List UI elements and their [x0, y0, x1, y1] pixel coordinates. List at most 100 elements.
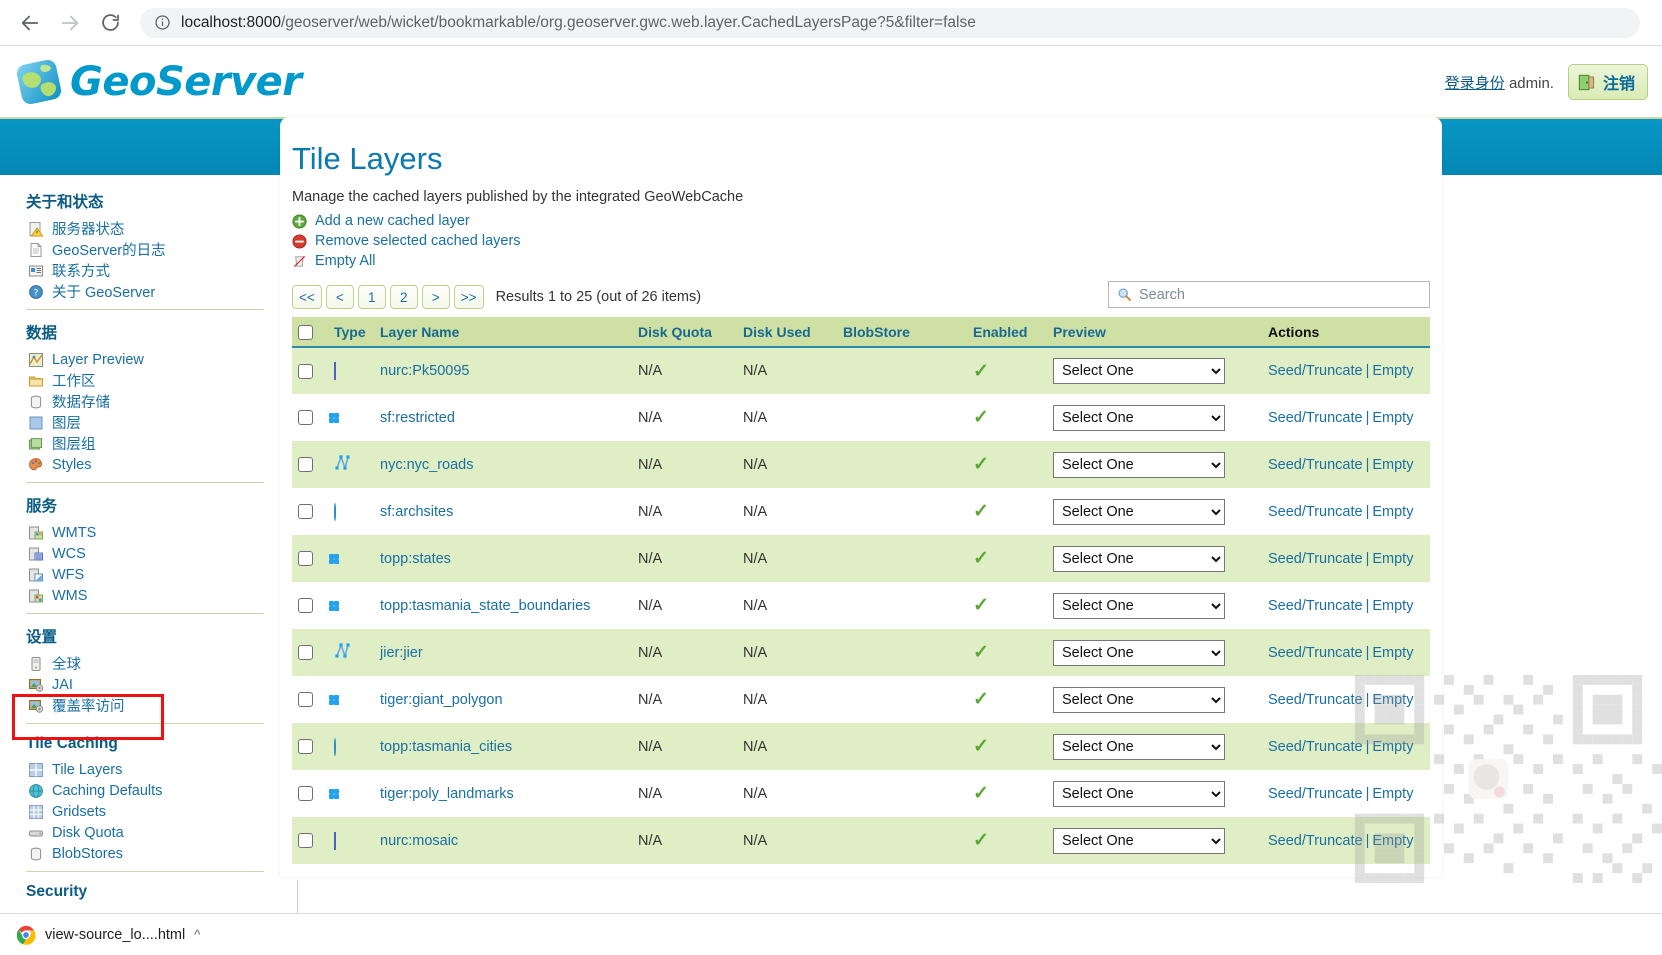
add-cached-layer-link[interactable]: Add a new cached layer	[292, 211, 1430, 231]
seed-truncate-link[interactable]: Seed/Truncate	[1268, 504, 1363, 520]
sidebar-item-tile-layers[interactable]: Tile Layers	[24, 759, 280, 780]
preview-select[interactable]: Select One	[1053, 593, 1225, 619]
layer-name-link[interactable]: topp:tasmania_cities	[380, 739, 512, 755]
search-input[interactable]: Search	[1108, 281, 1430, 308]
preview-select[interactable]: Select One	[1053, 687, 1225, 713]
sidebar-item-caching-defaults[interactable]: Caching Defaults	[24, 780, 280, 801]
sidebar-item-disk-quota[interactable]: Disk Quota	[24, 822, 280, 843]
download-item[interactable]: view-source_lo....html ^	[16, 925, 200, 945]
chevron-up-icon[interactable]: ^	[194, 927, 200, 942]
row-select-cell[interactable]	[292, 535, 328, 582]
col-preview[interactable]: Preview	[1047, 317, 1262, 347]
sidebar-item-layers[interactable]: 图层	[24, 412, 280, 433]
preview-select[interactable]: Select One	[1053, 358, 1225, 384]
layer-name-link[interactable]: nurc:Pk50095	[380, 363, 469, 379]
select-all-checkbox[interactable]	[298, 325, 313, 340]
layer-name-link[interactable]: tiger:poly_landmarks	[380, 786, 514, 802]
preview-select[interactable]: Select One	[1053, 499, 1225, 525]
sidebar-item-blobstores[interactable]: BlobStores	[24, 843, 280, 864]
row-checkbox[interactable]	[298, 364, 313, 379]
seed-truncate-link[interactable]: Seed/Truncate	[1268, 645, 1363, 661]
col-enabled[interactable]: Enabled	[967, 317, 1047, 347]
seed-truncate-link[interactable]: Seed/Truncate	[1268, 739, 1363, 755]
col-type[interactable]: Type	[328, 317, 374, 347]
sidebar-item-about-geoserver[interactable]: ? 关于 GeoServer	[24, 281, 280, 302]
layer-name-link[interactable]: jier:jier	[380, 645, 423, 661]
layer-name-link[interactable]: nurc:mosaic	[380, 833, 458, 849]
row-checkbox[interactable]	[298, 457, 313, 472]
sidebar-item-server-status[interactable]: 服务器状态	[24, 218, 280, 239]
preview-select[interactable]: Select One	[1053, 452, 1225, 478]
seed-truncate-link[interactable]: Seed/Truncate	[1268, 786, 1363, 802]
page-next-button[interactable]: >	[422, 285, 450, 309]
sidebar-item-jai[interactable]: JAI	[24, 674, 280, 695]
row-preview-cell[interactable]: Select One	[1047, 441, 1262, 488]
row-checkbox[interactable]	[298, 786, 313, 801]
select-all-header[interactable]	[292, 317, 328, 347]
row-select-cell[interactable]	[292, 347, 328, 394]
layer-name-link[interactable]: topp:states	[380, 551, 451, 567]
reload-button[interactable]	[92, 5, 128, 41]
row-checkbox[interactable]	[298, 551, 313, 566]
logout-button[interactable]: 注销	[1568, 64, 1648, 100]
empty-link[interactable]: Empty	[1372, 833, 1413, 849]
sidebar-item-wmts[interactable]: WMTS	[24, 522, 280, 543]
row-select-cell[interactable]	[292, 676, 328, 723]
row-preview-cell[interactable]: Select One	[1047, 676, 1262, 723]
page-prev-button[interactable]: <	[326, 285, 354, 309]
sidebar-item-wfs[interactable]: WFS	[24, 564, 280, 585]
sidebar-item-datastores[interactable]: 数据存储	[24, 391, 280, 412]
empty-all-link[interactable]: Empty All	[292, 251, 1430, 271]
preview-select[interactable]: Select One	[1053, 640, 1225, 666]
col-blobstore[interactable]: BlobStore	[837, 317, 967, 347]
row-checkbox[interactable]	[298, 692, 313, 707]
page-2-button[interactable]: 2	[390, 285, 418, 309]
col-disk-quota[interactable]: Disk Quota	[632, 317, 737, 347]
sidebar-item-layer-preview[interactable]: Layer Preview	[24, 349, 280, 370]
empty-link[interactable]: Empty	[1372, 739, 1413, 755]
empty-link[interactable]: Empty	[1372, 598, 1413, 614]
empty-link[interactable]: Empty	[1372, 645, 1413, 661]
seed-truncate-link[interactable]: Seed/Truncate	[1268, 457, 1363, 473]
sidebar-item-styles[interactable]: Styles	[24, 454, 280, 475]
row-checkbox[interactable]	[298, 504, 313, 519]
empty-link[interactable]: Empty	[1372, 786, 1413, 802]
preview-select[interactable]: Select One	[1053, 546, 1225, 572]
sidebar-item-wms[interactable]: WMS	[24, 585, 280, 606]
preview-select[interactable]: Select One	[1053, 828, 1225, 854]
sidebar-item-wcs[interactable]: WCS	[24, 543, 280, 564]
seed-truncate-link[interactable]: Seed/Truncate	[1268, 410, 1363, 426]
layer-name-link[interactable]: tiger:giant_polygon	[380, 692, 503, 708]
brand-logo[interactable]: GeoServer	[0, 57, 302, 107]
page-last-button[interactable]: >>	[454, 285, 484, 309]
seed-truncate-link[interactable]: Seed/Truncate	[1268, 833, 1363, 849]
row-checkbox[interactable]	[298, 410, 313, 425]
row-checkbox[interactable]	[298, 598, 313, 613]
row-preview-cell[interactable]: Select One	[1047, 394, 1262, 441]
seed-truncate-link[interactable]: Seed/Truncate	[1268, 598, 1363, 614]
empty-link[interactable]: Empty	[1372, 504, 1413, 520]
row-select-cell[interactable]	[292, 770, 328, 817]
seed-truncate-link[interactable]: Seed/Truncate	[1268, 551, 1363, 567]
layer-name-link[interactable]: topp:tasmania_state_boundaries	[380, 598, 590, 614]
row-checkbox[interactable]	[298, 739, 313, 754]
sidebar-item-layergroups[interactable]: 图层组	[24, 433, 280, 454]
sidebar-item-contact[interactable]: 联系方式	[24, 260, 280, 281]
empty-link[interactable]: Empty	[1372, 551, 1413, 567]
row-select-cell[interactable]	[292, 723, 328, 770]
sidebar-item-coverage-access[interactable]: 覆盖率访问	[24, 695, 280, 716]
forward-button[interactable]	[52, 5, 88, 41]
sidebar-item-workspaces[interactable]: 工作区	[24, 370, 280, 391]
preview-select[interactable]: Select One	[1053, 734, 1225, 760]
seed-truncate-link[interactable]: Seed/Truncate	[1268, 692, 1363, 708]
back-button[interactable]	[12, 5, 48, 41]
remove-cached-layers-link[interactable]: Remove selected cached layers	[292, 231, 1430, 251]
preview-select[interactable]: Select One	[1053, 405, 1225, 431]
preview-select[interactable]: Select One	[1053, 781, 1225, 807]
page-1-button[interactable]: 1	[358, 285, 386, 309]
row-select-cell[interactable]	[292, 394, 328, 441]
row-preview-cell[interactable]: Select One	[1047, 582, 1262, 629]
address-bar[interactable]: localhost:8000/geoserver/web/wicket/book…	[140, 8, 1640, 38]
row-checkbox[interactable]	[298, 833, 313, 848]
page-first-button[interactable]: <<	[292, 285, 322, 309]
